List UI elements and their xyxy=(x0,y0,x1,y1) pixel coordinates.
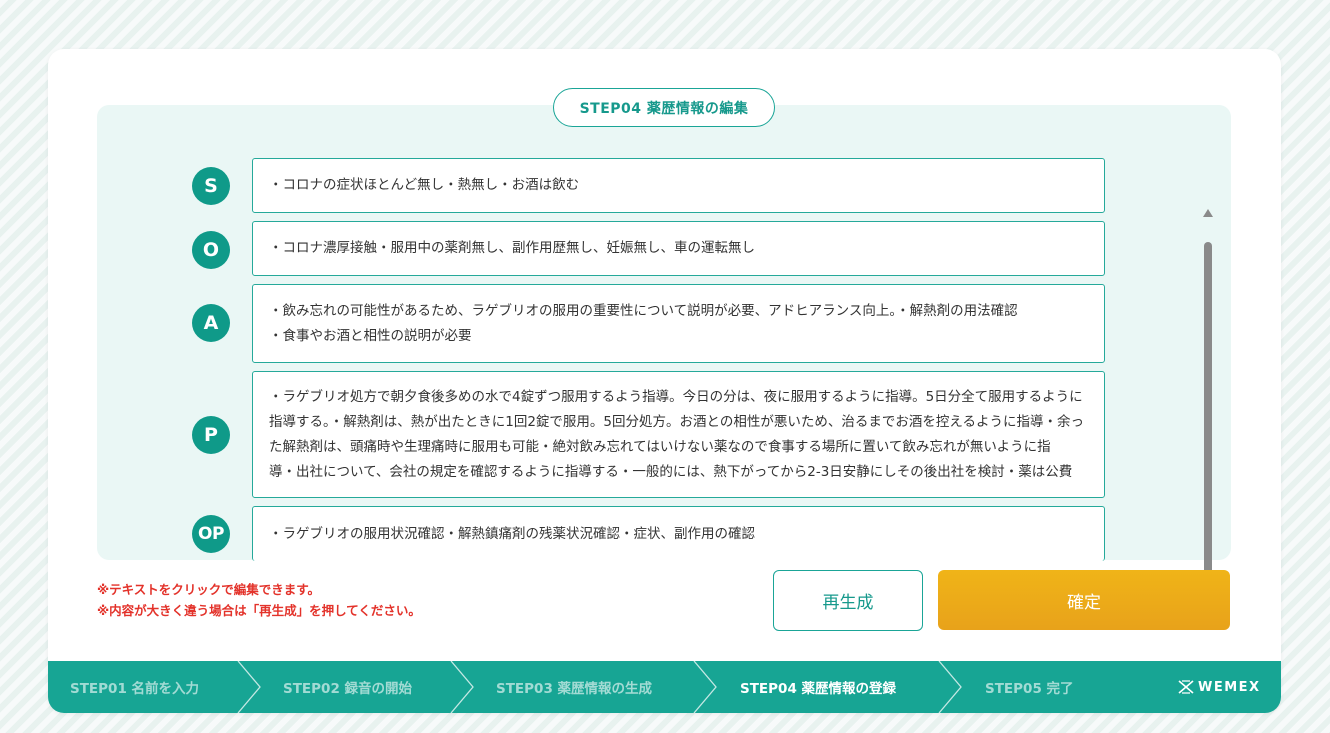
soap-panel: S ・コロナの症状ほとんど無し・熱無し・お酒は飲む O ・コロナ濃厚接触・服用中… xyxy=(97,105,1231,607)
soap-label-o: O xyxy=(192,231,230,269)
soap-text-s-content: ・コロナの症状ほとんど無し・熱無し・お酒は飲む xyxy=(269,177,580,193)
step-03: STEP03 薬歴情報の生成 xyxy=(496,681,653,697)
wemex-mark-icon xyxy=(1178,680,1194,694)
soap-text-p[interactable]: ・ラゲブリオ処方で朝夕食後多めの水で4錠ずつ服用するよう指導。今日の分は、夜に服… xyxy=(252,371,1105,498)
step-05: STEP05 完了 xyxy=(985,681,1074,697)
step-progress-bar: STEP01 名前を入力 STEP02 録音の開始 STEP03 薬歴情報の生成… xyxy=(48,661,1281,713)
note-regenerate: ※内容が大きく違う場合は「再生成」を押してください。 xyxy=(97,603,421,618)
chevron-right-icon xyxy=(450,661,474,713)
step-01: STEP01 名前を入力 xyxy=(70,681,200,697)
soap-text-a[interactable]: ・飲み忘れの可能性があるため、ラゲブリオの服用の重要性について説明が必要、アドヒ… xyxy=(252,284,1105,363)
chevron-right-icon xyxy=(938,661,962,713)
step-04: STEP04 薬歴情報の登録 xyxy=(740,681,897,697)
main-card: S ・コロナの症状ほとんど無し・熱無し・お酒は飲む O ・コロナ濃厚接触・服用中… xyxy=(48,49,1281,713)
edit-notes: ※テキストをクリックで編集できます。 ※内容が大きく違う場合は「再生成」を押して… xyxy=(97,579,421,621)
chevron-right-icon xyxy=(693,661,717,713)
scroll-up-arrow-icon[interactable] xyxy=(1203,209,1213,217)
regenerate-button[interactable]: 再生成 xyxy=(773,570,923,631)
step-02: STEP02 録音の開始 xyxy=(283,681,413,697)
confirm-button[interactable]: 確定 xyxy=(938,570,1230,630)
wemex-logo: WEMEX xyxy=(1178,661,1261,713)
soap-text-s[interactable]: ・コロナの症状ほとんど無し・熱無し・お酒は飲む xyxy=(252,158,1105,213)
soap-text-op-content: ・ラゲブリオの服用状況確認・解熱鎮痛剤の残薬状況確認・症状、副作用の確認 xyxy=(269,525,755,542)
logo-text: WEMEX xyxy=(1198,679,1261,695)
soap-label-s: S xyxy=(192,167,230,205)
soap-label-p: P xyxy=(192,416,230,454)
chevron-right-icon xyxy=(237,661,261,713)
soap-text-op[interactable]: ・ラゲブリオの服用状況確認・解熱鎮痛剤の残薬状況確認・症状、副作用の確認 xyxy=(252,506,1105,561)
scrollbar-thumb[interactable] xyxy=(1204,242,1212,580)
soap-text-a-content: ・飲み忘れの可能性があるため、ラゲブリオの服用の重要性について説明が必要、アドヒ… xyxy=(269,302,1018,344)
soap-text-o[interactable]: ・コロナ濃厚接触・服用中の薬剤無し、副作用歴無し、妊娠無し、車の運転無し xyxy=(252,221,1105,276)
note-click-to-edit: ※テキストをクリックで編集できます。 xyxy=(97,582,321,597)
soap-text-o-content: ・コロナ濃厚接触・服用中の薬剤無し、副作用歴無し、妊娠無し、車の運転無し xyxy=(269,240,755,256)
soap-text-p-content: ・ラゲブリオ処方で朝夕食後多めの水で4錠ずつ服用するよう指導。今日の分は、夜に服… xyxy=(269,388,1084,480)
soap-label-a: A xyxy=(192,304,230,342)
step-title: STEP04 薬歴情報の編集 xyxy=(553,88,775,127)
soap-label-op: OP xyxy=(192,515,230,553)
